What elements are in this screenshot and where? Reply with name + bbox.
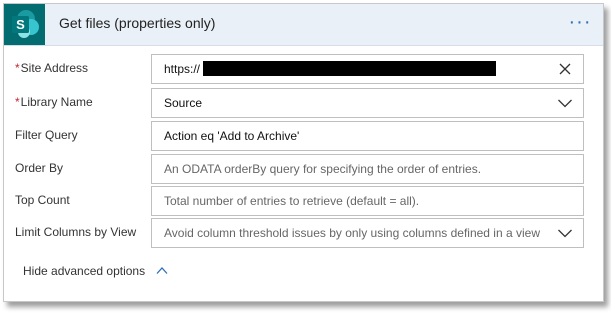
hide-advanced-options-link[interactable]: Hide advanced options [23, 264, 145, 278]
order-by-placeholder: An ODATA orderBy query for specifying th… [164, 162, 482, 176]
order-by-input[interactable]: An ODATA orderBy query for specifying th… [151, 154, 584, 184]
sharepoint-letter: S [16, 17, 25, 32]
chevron-up-icon[interactable] [156, 266, 168, 275]
library-name-value: Source [164, 96, 203, 110]
library-name-label: *Library Name [15, 95, 93, 109]
order-by-row: Order By An ODATA orderBy query for spec… [4, 154, 603, 184]
limit-columns-placeholder: Avoid column threshold issues by only us… [164, 226, 540, 240]
site-address-value: https:// [164, 62, 201, 76]
ellipsis-icon[interactable]: ··· [565, 12, 595, 36]
library-name-label-text: Library Name [20, 95, 93, 109]
filter-query-label: Filter Query [15, 128, 78, 142]
top-count-placeholder: Total number of entries to retrieve (def… [164, 194, 420, 208]
order-by-label: Order By [15, 161, 64, 175]
clear-x-icon[interactable] [557, 61, 573, 77]
top-count-label: Top Count [15, 193, 70, 207]
site-address-label-text: Site Address [20, 61, 89, 75]
redaction-bar [203, 61, 496, 76]
chevron-down-icon[interactable] [557, 225, 573, 241]
sharepoint-icon: S [4, 4, 45, 45]
library-name-dropdown[interactable]: Source [151, 88, 584, 118]
required-marker: * [15, 61, 20, 75]
limit-columns-dropdown[interactable]: Avoid column threshold issues by only us… [151, 218, 584, 248]
filter-query-value: Action eq 'Add to Archive' [164, 129, 300, 143]
required-marker: * [15, 95, 20, 109]
action-title: Get files (properties only) [59, 15, 216, 31]
filter-query-input[interactable]: Action eq 'Add to Archive' [151, 121, 584, 151]
limit-columns-label: Limit Columns by View [15, 225, 137, 239]
library-name-row: *Library Name Source [4, 88, 603, 118]
action-card: S Get files (properties only) ··· *Site … [3, 3, 604, 302]
chevron-down-icon[interactable] [557, 95, 573, 111]
top-count-row: Top Count Total number of entries to ret… [4, 186, 603, 216]
filter-query-row: Filter Query Action eq 'Add to Archive' [4, 121, 603, 151]
top-count-input[interactable]: Total number of entries to retrieve (def… [151, 186, 584, 216]
site-address-field[interactable]: https:// [151, 54, 584, 84]
site-address-row: *Site Address https:// [4, 54, 603, 84]
limit-columns-row: Limit Columns by View Avoid column thres… [4, 218, 603, 248]
card-header[interactable]: S Get files (properties only) ··· [4, 4, 603, 46]
site-address-label: *Site Address [15, 61, 88, 75]
